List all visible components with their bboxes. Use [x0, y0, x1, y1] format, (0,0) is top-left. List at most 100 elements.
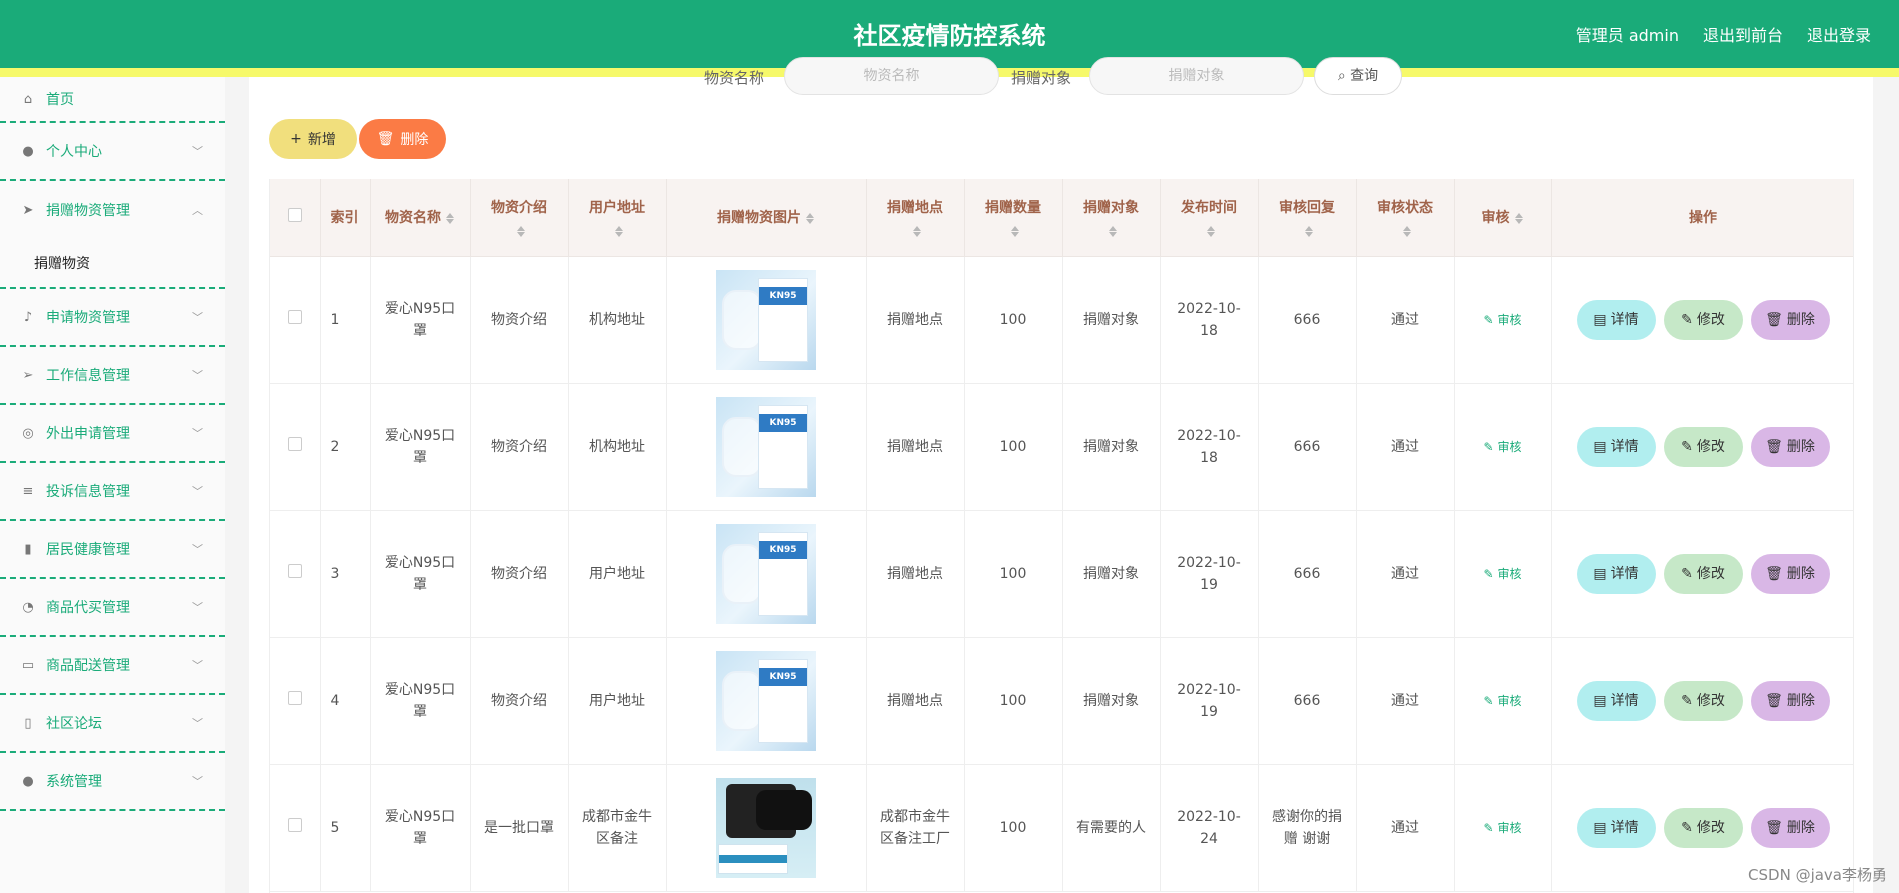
- admin-user-link[interactable]: 管理员 admin: [1576, 22, 1679, 46]
- col-image[interactable]: 捐赠物资图片: [666, 179, 867, 257]
- row-select-cell[interactable]: [270, 256, 321, 384]
- delete-button[interactable]: 🗑 删除: [1750, 807, 1830, 848]
- row-select-cell[interactable]: [270, 764, 321, 892]
- speedometer-icon: ◔: [22, 599, 34, 615]
- sidebar-item-1[interactable]: ● 个人中心 ﹀: [0, 123, 225, 181]
- review-link[interactable]: ✎ 审核: [1483, 563, 1521, 585]
- row-checkbox[interactable]: [287, 436, 302, 451]
- detail-button[interactable]: ▤ 详情: [1576, 426, 1656, 467]
- detail-button[interactable]: ▤ 详情: [1576, 807, 1656, 848]
- chevron-down-icon: ﹀: [192, 659, 203, 672]
- row-checkbox[interactable]: [287, 309, 302, 324]
- sort-icon[interactable]: [614, 225, 624, 238]
- back-to-front-link[interactable]: 退出到前台: [1703, 22, 1783, 46]
- row-select-cell[interactable]: [270, 510, 321, 638]
- sort-icon[interactable]: [516, 225, 526, 238]
- sidebar-item-2[interactable]: ➤ 捐赠物资管理 ︿: [0, 181, 225, 239]
- sidebar-item-0[interactable]: ⌂ 首页: [0, 77, 225, 123]
- sidebar-item-8[interactable]: ◔ 商品代买管理 ﹀: [0, 579, 225, 637]
- row-checkbox[interactable]: [287, 817, 302, 832]
- cell-image[interactable]: KN95: [666, 383, 867, 511]
- review-link[interactable]: ✎ 审核: [1483, 817, 1521, 839]
- col-reply[interactable]: 审核回复: [1258, 179, 1357, 257]
- col-target[interactable]: 捐赠对象: [1062, 179, 1161, 257]
- sidebar-item-label: 社区论坛: [46, 716, 102, 732]
- col-time-label: 发布时间: [1181, 199, 1237, 216]
- edit-button[interactable]: ✎ 修改: [1663, 680, 1743, 721]
- add-button[interactable]: + 新增: [269, 119, 357, 159]
- detail-button[interactable]: ▤ 详情: [1576, 299, 1656, 340]
- cell-image[interactable]: KN95: [666, 637, 867, 765]
- col-intro[interactable]: 物资介绍: [470, 179, 569, 257]
- delete-button[interactable]: 🗑 删除: [1750, 299, 1830, 340]
- delete-button[interactable]: 🗑 删除: [1750, 553, 1830, 594]
- sidebar-item-5[interactable]: ◎ 外出申请管理 ﹀: [0, 405, 225, 463]
- col-intro-label: 物资介绍: [491, 199, 547, 216]
- sidebar-item-label: 外出申请管理: [46, 426, 130, 442]
- sidebar-item-3[interactable]: ♪ 申请物资管理 ﹀: [0, 289, 225, 347]
- search-button[interactable]: ⌕ 查询: [1314, 57, 1402, 95]
- sidebar-item-7[interactable]: ▮ 居民健康管理 ﹀: [0, 521, 225, 579]
- delete-button[interactable]: 🗑 删除: [1750, 426, 1830, 467]
- col-address[interactable]: 用户地址: [568, 179, 667, 257]
- cell-image[interactable]: KN95: [666, 510, 867, 638]
- row-select-cell[interactable]: [270, 637, 321, 765]
- sidebar-item-4[interactable]: ➢ 工作信息管理 ﹀: [0, 347, 225, 405]
- chevron-down-icon: ﹀: [192, 311, 203, 324]
- sort-icon[interactable]: [805, 212, 815, 225]
- detail-button[interactable]: ▤ 详情: [1576, 680, 1656, 721]
- sort-icon[interactable]: [912, 225, 922, 238]
- sort-icon[interactable]: [1206, 225, 1216, 238]
- page-scrollbar[interactable]: [1877, 77, 1899, 893]
- detail-button[interactable]: ▤ 详情: [1576, 553, 1656, 594]
- sort-icon[interactable]: [1304, 225, 1314, 238]
- pencil-icon: ✎: [1681, 819, 1693, 836]
- watermark: CSDN @java李杨勇: [1748, 866, 1887, 884]
- review-link[interactable]: ✎ 审核: [1483, 309, 1521, 331]
- sidebar-item-10[interactable]: ▯ 社区论坛 ﹀: [0, 695, 225, 753]
- edit-button[interactable]: ✎ 修改: [1663, 299, 1743, 340]
- sort-icon[interactable]: [1514, 212, 1524, 225]
- sidebar-item-label: 系统管理: [46, 774, 102, 790]
- col-status[interactable]: 审核状态: [1356, 179, 1455, 257]
- sidebar-item-9[interactable]: ▭ 商品配送管理 ﹀: [0, 637, 225, 695]
- sidebar-subitem[interactable]: 捐赠物资: [0, 239, 225, 287]
- edit-button[interactable]: ✎ 修改: [1663, 553, 1743, 594]
- chevron-down-icon: ﹀: [192, 601, 203, 614]
- col-time[interactable]: 发布时间: [1160, 179, 1259, 257]
- sidebar-item-11[interactable]: ● 系统管理 ﹀: [0, 753, 225, 811]
- row-checkbox[interactable]: [287, 563, 302, 578]
- add-button-label: 新增: [307, 132, 336, 148]
- sidebar-item-6[interactable]: ≡ 投诉信息管理 ﹀: [0, 463, 225, 521]
- delete-button[interactable]: 🗑 删除: [1750, 680, 1830, 721]
- cell-status: 通过: [1356, 510, 1455, 638]
- sidebar: ⌂ 首页 ● 个人中心 ﹀ ➤ 捐赠物资管理 ︿ 捐赠物资 ♪ 申请物资管理 ﹀ ➢ 工作信息管理 ﹀ ◎ 外出…: [0, 77, 225, 893]
- col-review[interactable]: 审核: [1454, 179, 1552, 257]
- cell-image[interactable]: [666, 764, 867, 892]
- sort-icon[interactable]: [1108, 225, 1118, 238]
- col-location[interactable]: 捐赠地点: [866, 179, 965, 257]
- search-name-input[interactable]: 物资名称: [784, 57, 999, 95]
- row-select-cell[interactable]: [270, 383, 321, 511]
- review-link[interactable]: ✎ 审核: [1483, 690, 1521, 712]
- col-quantity[interactable]: 捐赠数量: [964, 179, 1063, 257]
- logout-link[interactable]: 退出登录: [1807, 22, 1871, 46]
- review-link[interactable]: ✎ 审核: [1483, 436, 1521, 458]
- sort-icon[interactable]: [445, 212, 455, 225]
- edit-button[interactable]: ✎ 修改: [1663, 807, 1743, 848]
- sort-icon[interactable]: [1402, 225, 1412, 238]
- select-all-checkbox[interactable]: [287, 208, 302, 223]
- row-checkbox[interactable]: [287, 690, 302, 705]
- select-all-cell[interactable]: [270, 179, 321, 257]
- detail-button-label: 详情: [1610, 565, 1639, 582]
- sort-icon[interactable]: [1010, 225, 1020, 238]
- cell-location: 捐赠地点: [866, 510, 965, 638]
- edit-button[interactable]: ✎ 修改: [1663, 426, 1743, 467]
- cell-address: 用户地址: [568, 637, 667, 765]
- batch-delete-button[interactable]: 🗑 删除: [359, 119, 446, 159]
- cell-review: ✎ 审核: [1454, 510, 1552, 638]
- search-target-input[interactable]: 捐赠对象: [1089, 57, 1304, 95]
- col-name[interactable]: 物资名称: [370, 179, 471, 257]
- sidebar-item-label: 捐赠物资管理: [46, 203, 130, 219]
- cell-image[interactable]: KN95: [666, 256, 867, 384]
